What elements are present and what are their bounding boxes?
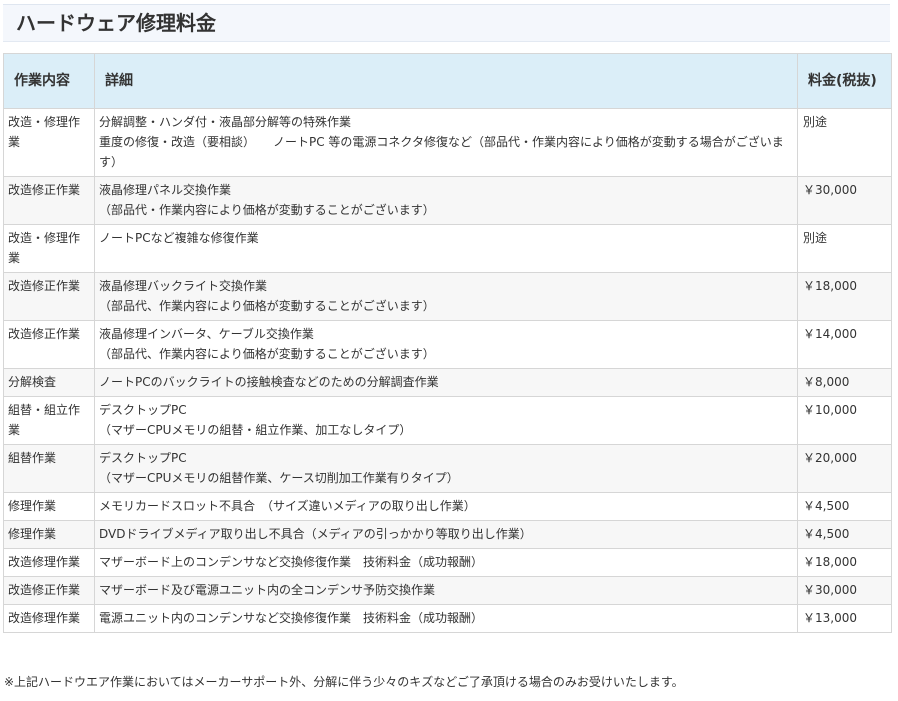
detail-line: （マザーCPUメモリの組替・組立作業、加工なしタイプ）: [99, 423, 412, 437]
detail-line: 分解調整・ハンダ付・液晶部分解等の特殊作業: [99, 115, 352, 129]
page-title: ハードウェア修理料金: [16, 11, 216, 35]
detail-line: ノートPCのバックライトの接触検査などのための分解調査作業: [99, 375, 439, 389]
work-cell: 組替作業: [3, 444, 95, 493]
detail-line: 重度の修復・改造（要相談） ノートPC 等の電源コネクタ修復など（部品代・作業内…: [99, 135, 784, 169]
price-cell: ￥10,000: [797, 396, 892, 445]
table-row: 改造修正作業 液晶修理パネル交換作業 （部品代・作業内容により価格が変動すること…: [3, 176, 892, 225]
detail-cell: DVDドライブメディア取り出し不具合（メディアの引っかかり等取り出し作業）: [94, 520, 798, 549]
work-cell: 修理作業: [3, 492, 95, 521]
price-cell: ￥30,000: [797, 576, 892, 605]
table-body: 改造・修理作業 分解調整・ハンダ付・液晶部分解等の特殊作業 重度の修復・改造（要…: [3, 108, 892, 633]
detail-cell: 液晶修理インバータ、ケーブル交換作業 （部品代、作業内容により価格が変動すること…: [94, 320, 798, 369]
detail-line: マザーボード及び電源ユニット内の全コンデンサ予防交換作業: [99, 583, 436, 597]
price-cell: ￥14,000: [797, 320, 892, 369]
work-cell: 組替・組立作業: [3, 396, 95, 445]
price-cell: ￥13,000: [797, 604, 892, 633]
table-row: 分解検査 ノートPCのバックライトの接触検査などのための分解調査作業 ￥8,00…: [3, 368, 892, 397]
detail-cell: 電源ユニット内のコンデンサなど交換修復作業 技術料金（成功報酬）: [94, 604, 798, 633]
work-cell: 改造修正作業: [3, 272, 95, 321]
table-row: 組替・組立作業 デスクトップPC （マザーCPUメモリの組替・組立作業、加工なし…: [3, 396, 892, 445]
detail-line: ノートPCなど複雑な修復作業: [99, 231, 259, 245]
table-row: 修理作業 DVDドライブメディア取り出し不具合（メディアの引っかかり等取り出し作…: [3, 520, 892, 549]
table-row: 改造・修理作業 分解調整・ハンダ付・液晶部分解等の特殊作業 重度の修復・改造（要…: [3, 108, 892, 177]
detail-line: メモリカードスロット不具合 （サイズ違いメディアの取り出し作業）: [99, 499, 476, 513]
detail-line: 電源ユニット内のコンデンサなど交換修復作業 技術料金（成功報酬）: [99, 611, 484, 625]
work-cell: 改造・修理作業: [3, 224, 95, 273]
price-cell: 別途: [797, 224, 892, 273]
detail-cell: 液晶修理パネル交換作業 （部品代・作業内容により価格が変動することがございます）: [94, 176, 798, 225]
table-row: 修理作業 メモリカードスロット不具合 （サイズ違いメディアの取り出し作業） ￥4…: [3, 492, 892, 521]
detail-line: デスクトップPC: [99, 403, 187, 417]
title-bar: ハードウェア修理料金: [3, 4, 890, 42]
price-cell: ￥4,500: [797, 492, 892, 521]
detail-cell: デスクトップPC （マザーCPUメモリの組替作業、ケース切削加工作業有りタイプ）: [94, 444, 798, 493]
price-cell: ￥4,500: [797, 520, 892, 549]
work-cell: 改造修理作業: [3, 548, 95, 577]
detail-cell: マザーボード上のコンデンサなど交換修復作業 技術料金（成功報酬）: [94, 548, 798, 577]
header-price: 料金(税抜): [797, 53, 892, 109]
detail-line: マザーボード上のコンデンサなど交換修復作業 技術料金（成功報酬）: [99, 555, 484, 569]
detail-line: 液晶修理インバータ、ケーブル交換作業: [99, 327, 314, 341]
detail-line: （マザーCPUメモリの組替作業、ケース切削加工作業有りタイプ）: [99, 471, 459, 485]
detail-cell: マザーボード及び電源ユニット内の全コンデンサ予防交換作業: [94, 576, 798, 605]
table-row: 改造修正作業 液晶修理インバータ、ケーブル交換作業 （部品代、作業内容により価格…: [3, 320, 892, 369]
price-cell: ￥30,000: [797, 176, 892, 225]
price-cell: ￥18,000: [797, 272, 892, 321]
table-row: 改造・修理作業 ノートPCなど複雑な修復作業 別途: [3, 224, 892, 273]
detail-cell: ノートPCのバックライトの接触検査などのための分解調査作業: [94, 368, 798, 397]
detail-line: DVDドライブメディア取り出し不具合（メディアの引っかかり等取り出し作業）: [99, 527, 532, 541]
header-detail: 詳細: [94, 53, 798, 109]
work-cell: 改造修正作業: [3, 176, 95, 225]
table-row: 改造修理作業 電源ユニット内のコンデンサなど交換修復作業 技術料金（成功報酬） …: [3, 604, 892, 633]
detail-line: （部品代、作業内容により価格が変動することがございます）: [99, 299, 435, 313]
detail-cell: メモリカードスロット不具合 （サイズ違いメディアの取り出し作業）: [94, 492, 798, 521]
work-cell: 修理作業: [3, 520, 95, 549]
table-row: 改造修理作業 マザーボード上のコンデンサなど交換修復作業 技術料金（成功報酬） …: [3, 548, 892, 577]
detail-cell: デスクトップPC （マザーCPUメモリの組替・組立作業、加工なしタイプ）: [94, 396, 798, 445]
work-cell: 改造・修理作業: [3, 108, 95, 177]
table-header-row: 作業内容 詳細 料金(税抜): [3, 53, 892, 109]
price-cell: ￥18,000: [797, 548, 892, 577]
detail-line: デスクトップPC: [99, 451, 187, 465]
detail-line: 液晶修理パネル交換作業: [99, 183, 232, 197]
work-cell: 改造修正作業: [3, 320, 95, 369]
detail-cell: 分解調整・ハンダ付・液晶部分解等の特殊作業 重度の修復・改造（要相談） ノートP…: [94, 108, 798, 177]
detail-cell: 液晶修理バックライト交換作業 （部品代、作業内容により価格が変動することがござい…: [94, 272, 798, 321]
work-cell: 分解検査: [3, 368, 95, 397]
detail-cell: ノートPCなど複雑な修復作業: [94, 224, 798, 273]
price-cell: ￥20,000: [797, 444, 892, 493]
detail-line: （部品代・作業内容により価格が変動することがございます）: [99, 203, 435, 217]
work-cell: 改造修理作業: [3, 604, 95, 633]
repair-price-table: 作業内容 詳細 料金(税抜) 改造・修理作業 分解調整・ハンダ付・液晶部分解等の…: [3, 53, 892, 633]
price-cell: 別途: [797, 108, 892, 177]
table-row: 組替作業 デスクトップPC （マザーCPUメモリの組替作業、ケース切削加工作業有…: [3, 444, 892, 493]
footnote: ※上記ハードウエア作業においてはメーカーサポート外、分解に伴う少々のキズなどご了…: [4, 675, 684, 689]
detail-line: （部品代、作業内容により価格が変動することがございます）: [99, 347, 435, 361]
detail-line: 液晶修理バックライト交換作業: [99, 279, 268, 293]
price-cell: ￥8,000: [797, 368, 892, 397]
table-row: 改造修正作業 マザーボード及び電源ユニット内の全コンデンサ予防交換作業 ￥30,…: [3, 576, 892, 605]
work-cell: 改造修正作業: [3, 576, 95, 605]
table-row: 改造修正作業 液晶修理バックライト交換作業 （部品代、作業内容により価格が変動す…: [3, 272, 892, 321]
header-work: 作業内容: [3, 53, 95, 109]
